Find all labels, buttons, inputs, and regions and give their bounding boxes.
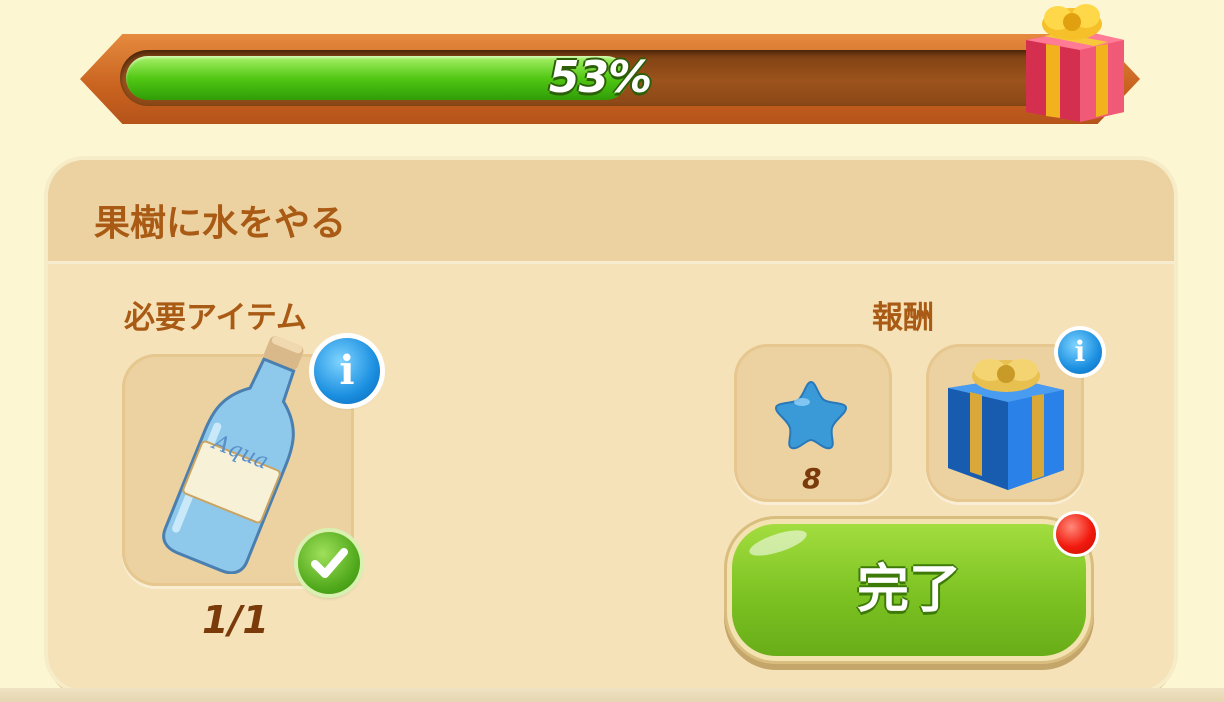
quest-header: 果樹に水をやる (48, 160, 1174, 264)
item-info-button[interactable]: i (314, 338, 380, 404)
gift-box-icon[interactable] (1016, 0, 1128, 124)
blue-star-icon (774, 380, 848, 450)
star-reward-amount: 8 (802, 462, 822, 495)
reward-info-button[interactable]: i (1058, 330, 1102, 374)
required-item-count: 1/1 (202, 598, 269, 642)
notification-dot (1056, 514, 1096, 554)
complete-button[interactable]: 完了 (732, 524, 1086, 656)
bottom-band (0, 688, 1224, 702)
progress-bar: 53% (120, 50, 1080, 106)
blue-gift-box-icon (948, 359, 1064, 490)
reward-label: 報酬 (872, 300, 934, 336)
progress-percent-text: 53% (548, 52, 652, 103)
checkmark-icon (298, 532, 360, 594)
complete-button-label: 完了 (856, 560, 961, 620)
quest-title: 果樹に水をやる (94, 203, 347, 244)
